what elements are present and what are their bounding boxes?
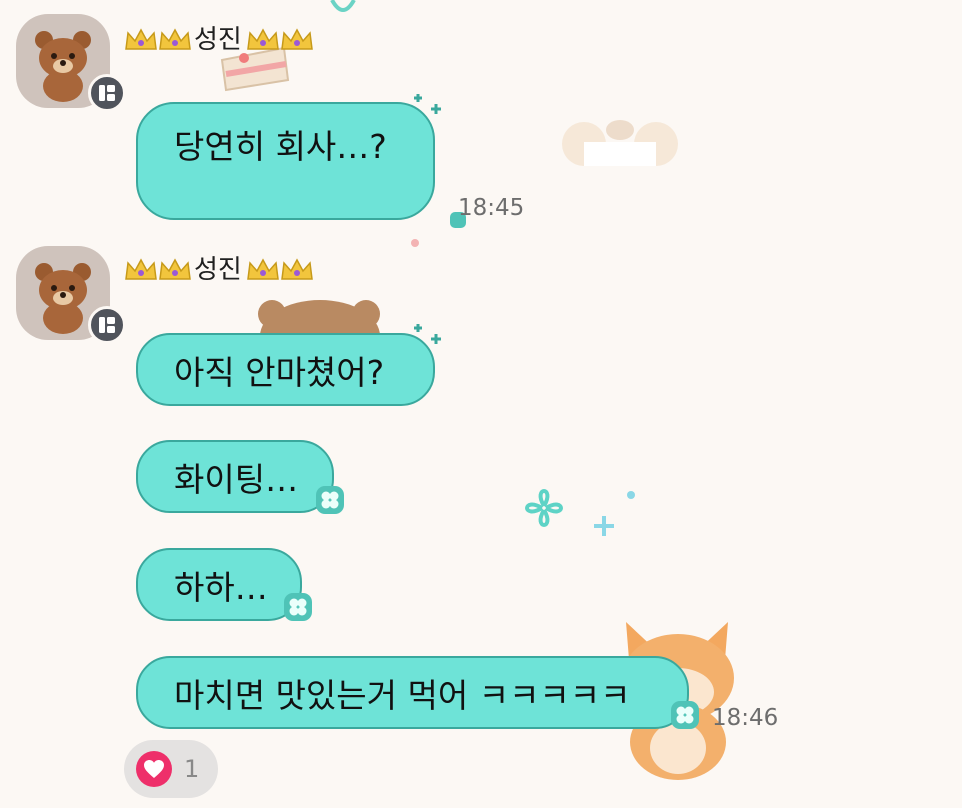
clover-deco-icon bbox=[525, 489, 563, 527]
heart-icon bbox=[144, 760, 164, 778]
crown-icon bbox=[280, 28, 313, 50]
message-bubble[interactable]: 당연히 회사…? bbox=[136, 102, 435, 220]
message-text: 마치면 맛있는거 먹어 ㅋㅋㅋㅋㅋ bbox=[174, 675, 631, 715]
crown-icon bbox=[280, 258, 313, 280]
avatar[interactable] bbox=[16, 246, 126, 344]
plus-deco-icon bbox=[594, 516, 614, 536]
top-ring-icon bbox=[330, 0, 356, 12]
sender-name: 성진 bbox=[194, 25, 242, 55]
sender-name: 성진 bbox=[194, 255, 242, 285]
timestamp: 18:45 bbox=[458, 195, 525, 221]
message-bubble[interactable]: 마치면 맛있는거 먹어 ㅋㅋㅋㅋㅋ bbox=[136, 656, 689, 729]
clover-icon bbox=[671, 701, 699, 729]
message-text: 아직 안마쳤어? bbox=[174, 352, 385, 392]
message-text: 당연히 회사…? bbox=[174, 127, 387, 166]
dot-icon bbox=[627, 491, 635, 499]
chat-screen: 성진 당연히 회사…? 18:45 성진 아직 안마쳤어? 화이팅… 하하… 마… bbox=[0, 0, 962, 808]
profile-card-icon bbox=[99, 85, 115, 101]
reaction-heart bbox=[136, 751, 172, 787]
message-bubble[interactable]: 화이팅… bbox=[136, 440, 334, 513]
message-bubble[interactable]: 아직 안마쳤어? bbox=[136, 333, 435, 406]
avatar[interactable] bbox=[16, 14, 126, 112]
message-bubble[interactable]: 하하… bbox=[136, 548, 302, 621]
bunny-ears-icon bbox=[562, 120, 678, 166]
crown-icon bbox=[246, 258, 279, 280]
profile-card-icon bbox=[99, 317, 115, 333]
reaction-button[interactable]: 1 bbox=[124, 740, 218, 798]
crown-icon bbox=[246, 28, 279, 50]
clover-icon bbox=[316, 486, 344, 514]
clover-icon bbox=[284, 593, 312, 621]
bear-head-sticker-icon bbox=[258, 300, 380, 336]
reaction-count: 1 bbox=[184, 755, 200, 783]
timestamp: 18:46 bbox=[712, 705, 779, 731]
profile-badge bbox=[88, 306, 126, 344]
crown-icon bbox=[125, 258, 157, 280]
message-text: 화이팅… bbox=[174, 459, 299, 499]
crown-icon bbox=[159, 28, 191, 50]
crown-icon bbox=[125, 28, 157, 50]
sender-name-row: 성진 bbox=[124, 20, 314, 60]
message-text: 하하… bbox=[174, 567, 268, 607]
dot-icon bbox=[411, 239, 419, 247]
sender-name-row: 성진 bbox=[124, 250, 314, 290]
profile-badge bbox=[88, 74, 126, 112]
crown-icon bbox=[159, 258, 191, 280]
